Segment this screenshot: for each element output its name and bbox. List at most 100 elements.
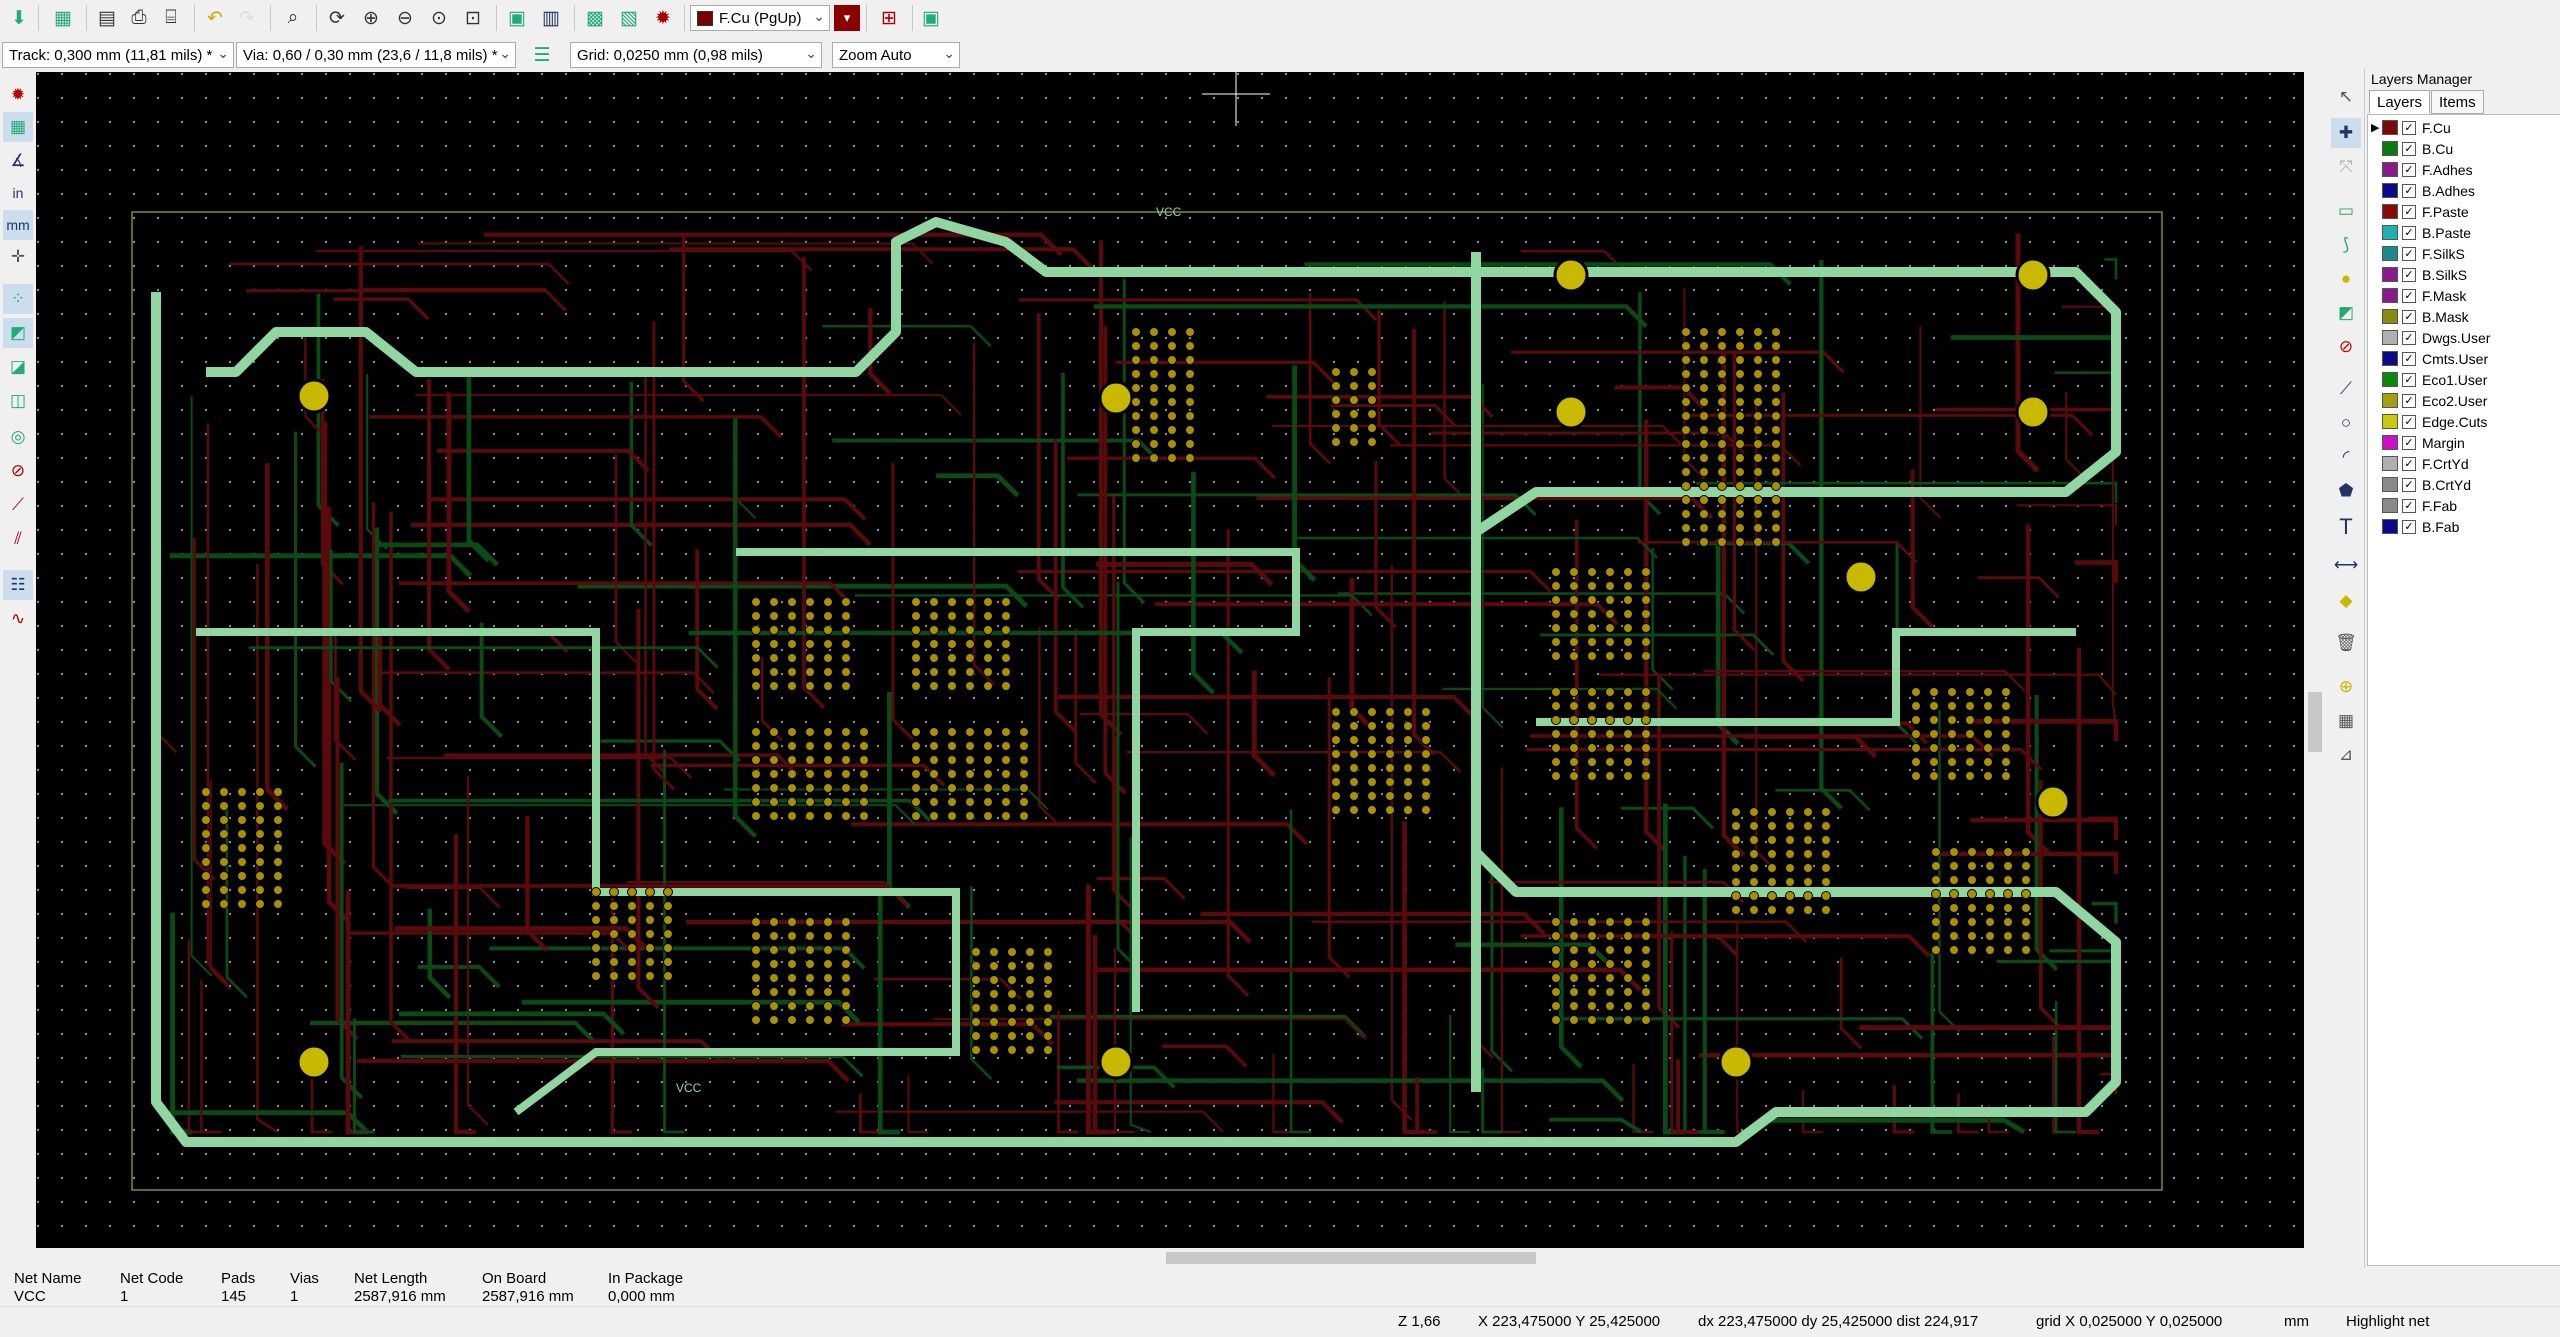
layer-row[interactable]: ✓ Eco1.User [2368,369,2558,390]
horizontal-scroll-thumb[interactable] [1166,1252,1536,1264]
layer-visibility-checkbox[interactable]: ✓ [2402,162,2416,177]
zoom-select[interactable]: Zoom Auto ⌄ [832,42,960,68]
layer-row[interactable]: ✓ Cmts.User [2368,348,2558,369]
layer-row[interactable]: ✓ F.Mask [2368,285,2558,306]
layer-color-swatch[interactable] [2382,477,2398,492]
layer-color-swatch[interactable] [2382,435,2398,450]
grid-toggle-icon[interactable]: ▦ [3,112,33,142]
units-mm-button[interactable]: mm [3,210,33,240]
layer-visibility-checkbox[interactable]: ✓ [2402,288,2416,303]
layer-color-swatch[interactable] [2382,183,2398,198]
track-sketch-icon[interactable]: ⟋ [3,490,33,520]
highlight-net-icon[interactable]: ✚ [2331,118,2361,148]
draw-circle-icon[interactable]: ○ [2331,408,2361,438]
layer-color-swatch[interactable] [2382,225,2398,240]
layer-color-swatch[interactable] [2382,456,2398,471]
layer-color-swatch[interactable] [2382,162,2398,177]
layer-visibility-checkbox[interactable]: ✓ [2402,414,2416,429]
canvas-vertical-scrollbar[interactable] [2304,72,2328,1248]
add-via-icon[interactable]: ● [2331,264,2361,294]
layer-row[interactable]: ✓ B.SilkS [2368,264,2558,285]
tab-items[interactable]: Items [2431,90,2484,114]
layer-color-swatch[interactable] [2382,414,2398,429]
layer-visibility-checkbox[interactable]: ✓ [2402,120,2416,135]
add-dimension-icon[interactable]: ⟷ [2331,550,2361,580]
layer-visibility-checkbox[interactable]: ✓ [2402,225,2416,240]
delete-icon[interactable]: 🗑 [2331,628,2361,658]
layer-pair-icon[interactable]: ▾ [834,5,860,31]
find-icon[interactable]: ⌕ [278,3,308,33]
layer-row[interactable]: ✓ B.Fab [2368,516,2558,537]
grid-select[interactable]: Grid: 0,0250 mm (0,98 mils) ⌄ [570,42,822,68]
layer-row[interactable]: ✓ B.CrtYd [2368,474,2558,495]
add-footprint-icon[interactable]: ▭ [2331,196,2361,226]
layer-color-swatch[interactable] [2382,309,2398,324]
refresh-icon[interactable]: ⟳ [322,3,352,33]
layer-visibility-checkbox[interactable]: ✓ [2402,351,2416,366]
layer-visibility-checkbox[interactable]: ✓ [2402,267,2416,282]
route-track-icon[interactable]: ⟆ [2331,230,2361,260]
layer-row[interactable]: ✓ F.Paste [2368,201,2558,222]
layer-row[interactable]: ✓ Edge.Cuts [2368,411,2558,432]
layer-visibility-checkbox[interactable]: ✓ [2402,309,2416,324]
tab-layers[interactable]: Layers [2369,90,2431,114]
layer-color-swatch[interactable] [2382,519,2398,534]
layer-visibility-checkbox[interactable]: ✓ [2402,183,2416,198]
zone-sketch-icon[interactable]: ◫ [3,386,33,416]
layer-selector[interactable]: F.Cu (PgUp) ⌄ [690,5,830,31]
layer-color-swatch[interactable] [2382,351,2398,366]
track-width-select[interactable]: Track: 0,300 mm (11,81 mils) * ⌄ [2,42,234,68]
layer-color-swatch[interactable] [2382,204,2398,219]
layer-visibility-checkbox[interactable]: ✓ [2402,204,2416,219]
netlist-icon[interactable]: ▩ [580,3,610,33]
cursor-shape-icon[interactable]: ✛ [3,242,33,272]
board-setup-icon[interactable]: ▦ [48,3,78,33]
layer-color-swatch[interactable] [2382,498,2398,513]
layer-color-swatch[interactable] [2382,120,2398,135]
layer-visibility-checkbox[interactable]: ✓ [2402,435,2416,450]
pad-sketch-icon[interactable]: ◎ [3,422,33,452]
zone-fill-icon[interactable]: ◩ [3,318,33,348]
grid-origin-icon[interactable]: ▦ [2331,706,2361,736]
autoplace-icon[interactable]: ⊞ [874,3,904,33]
layer-visibility-checkbox[interactable]: ✓ [2402,498,2416,513]
layer-row[interactable]: ✓ Margin [2368,432,2558,453]
layer-visibility-checkbox[interactable]: ✓ [2402,477,2416,492]
zone-outline-icon[interactable]: ◪ [3,352,33,382]
via-sketch-icon[interactable]: ⊘ [3,456,33,486]
add-zone-icon[interactable]: ◩ [2331,298,2361,328]
add-target-icon[interactable]: ◆ [2331,586,2361,616]
layer-visibility-checkbox[interactable]: ✓ [2402,456,2416,471]
footprint-browser-icon[interactable]: ▥ [536,3,566,33]
draw-polygon-icon[interactable]: ⬟ [2331,476,2361,506]
units-inches-button[interactable]: in [3,178,33,208]
layers-manager-toggle-icon[interactable]: ☷ [3,570,33,600]
layer-row[interactable]: ✓ F.SilkS [2368,243,2558,264]
layer-row[interactable]: ✓ B.Adhes [2368,180,2558,201]
vertical-scroll-thumb[interactable] [2308,692,2322,752]
select-arrow-icon[interactable]: ↖ [2331,82,2361,112]
undo-icon[interactable]: ↶ [200,3,230,33]
layer-row[interactable]: ✓ Dwgs.User [2368,327,2558,348]
scripting-console-icon[interactable]: ▣ [916,3,946,33]
layer-row[interactable]: ✓ B.Cu [2368,138,2558,159]
layer-color-swatch[interactable] [2382,330,2398,345]
layer-row[interactable]: ✓ B.Paste [2368,222,2558,243]
layer-color-swatch[interactable] [2382,246,2398,261]
layer-color-swatch[interactable] [2382,288,2398,303]
local-ratsnest-icon[interactable]: ⤧ [2331,152,2361,182]
layer-row[interactable]: ✓ B.Mask [2368,306,2558,327]
zoom-selection-icon[interactable]: ⊡ [458,3,488,33]
layer-row[interactable]: ✓ F.Adhes [2368,159,2558,180]
layer-row[interactable]: ✓ F.Fab [2368,495,2558,516]
drc-icon[interactable]: ✹ [648,3,678,33]
layer-visibility-checkbox[interactable]: ✓ [2402,519,2416,534]
add-text-icon[interactable]: T [2331,512,2361,542]
layer-color-swatch[interactable] [2382,267,2398,282]
auto-track-width-icon[interactable]: ☰ [527,40,557,70]
via-size-select[interactable]: Via: 0,60 / 0,30 mm (23,6 / 11,8 mils) *… [236,42,516,68]
polar-coords-icon[interactable]: ∡ [3,146,33,176]
update-pcb-icon[interactable]: ▧ [614,3,644,33]
footprint-editor-icon[interactable]: ▣ [502,3,532,33]
microwave-tools-icon[interactable]: ∿ [3,604,33,634]
